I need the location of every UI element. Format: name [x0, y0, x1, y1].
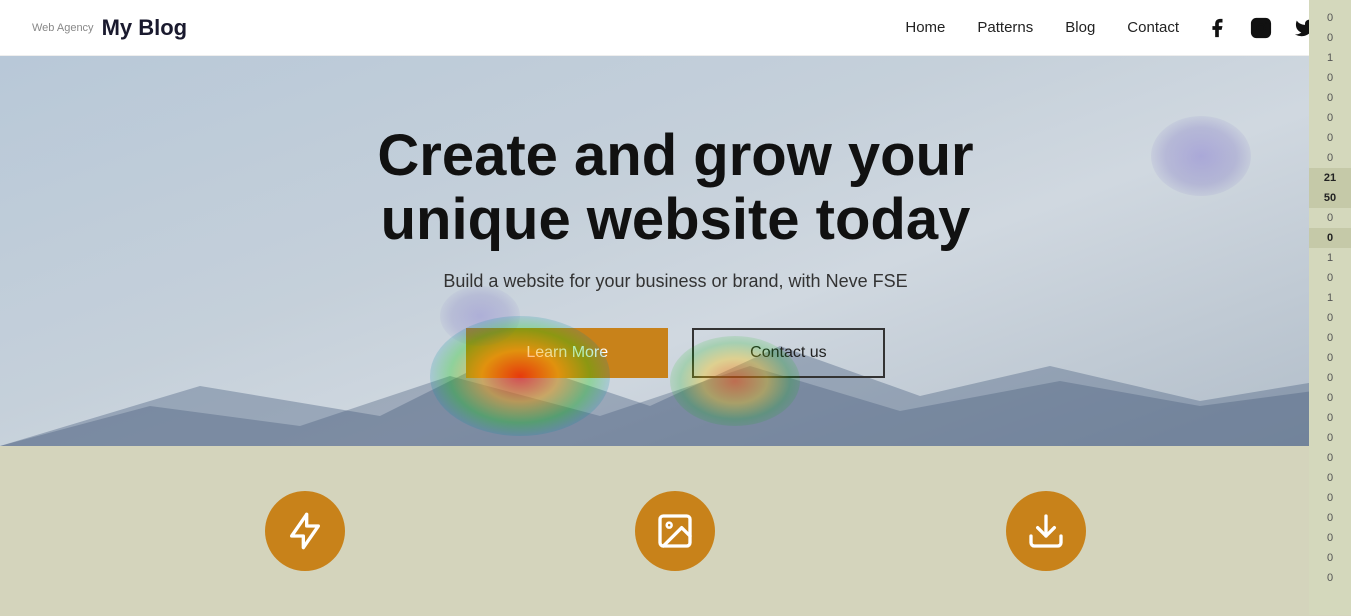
sidebar-row-1: 0: [1309, 28, 1351, 48]
sidebar-row-6: 0: [1309, 128, 1351, 148]
sidebar-row-8: 21: [1309, 168, 1351, 188]
download-icon: [1026, 511, 1066, 551]
sidebar-row-0: 0: [1309, 8, 1351, 28]
features-section: [0, 446, 1351, 616]
sidebar-row-20: 0: [1309, 408, 1351, 428]
sidebar-row-13: 0: [1309, 268, 1351, 288]
right-sidebar: 0 0 1 0 0 0 0 0 21 50 0 0 1 0 1 0 0 0 0 …: [1309, 0, 1351, 615]
sidebar-row-27: 0: [1309, 548, 1351, 568]
sidebar-row-3: 0: [1309, 68, 1351, 88]
sidebar-row-18: 0: [1309, 368, 1351, 388]
feature-icon-download: [1006, 491, 1086, 571]
hero-subtitle: Build a website for your business or bra…: [377, 271, 973, 292]
social-icons: [1203, 14, 1319, 42]
hero-buttons: Learn More Contact us: [377, 328, 973, 378]
main-nav: Home Patterns Blog Contact: [905, 19, 1179, 36]
sidebar-row-22: 0: [1309, 448, 1351, 468]
lightning-icon: [285, 511, 325, 551]
header: Web Agency My Blog Home Patterns Blog Co…: [0, 0, 1351, 56]
sidebar-row-24: 0: [1309, 488, 1351, 508]
feature-icon-power: [265, 491, 345, 571]
heatmap-top-right: [1151, 116, 1251, 196]
sidebar-row-9: 50: [1309, 188, 1351, 208]
facebook-icon[interactable]: [1203, 14, 1231, 42]
sidebar-row-5: 0: [1309, 108, 1351, 128]
brand-label: Web Agency: [32, 22, 94, 34]
nav-contact[interactable]: Contact: [1127, 19, 1179, 36]
sidebar-row-19: 0: [1309, 388, 1351, 408]
contact-us-button[interactable]: Contact us: [692, 328, 884, 378]
nav-home[interactable]: Home: [905, 19, 945, 36]
sidebar-row-15: 0: [1309, 308, 1351, 328]
sidebar-row-4: 0: [1309, 88, 1351, 108]
sidebar-row-21: 0: [1309, 428, 1351, 448]
sidebar-row-11: 0: [1309, 228, 1351, 248]
sidebar-row-2: 1: [1309, 48, 1351, 68]
sidebar-row-28: 0: [1309, 568, 1351, 588]
sidebar-row-26: 0: [1309, 528, 1351, 548]
feature-icon-image: [635, 491, 715, 571]
sidebar-row-7: 0: [1309, 148, 1351, 168]
instagram-icon[interactable]: [1247, 14, 1275, 42]
sidebar-row-17: 0: [1309, 348, 1351, 368]
hero-title: Create and grow your unique website toda…: [377, 124, 973, 252]
image-icon: [655, 511, 695, 551]
nav-patterns[interactable]: Patterns: [977, 19, 1033, 36]
hero-content: Create and grow your unique website toda…: [337, 124, 1013, 379]
sidebar-row-10: 0: [1309, 208, 1351, 228]
nav-blog[interactable]: Blog: [1065, 19, 1095, 36]
learn-more-button[interactable]: Learn More: [466, 328, 668, 378]
sidebar-row-23: 0: [1309, 468, 1351, 488]
sidebar-row-14: 1: [1309, 288, 1351, 308]
brand-title: My Blog: [102, 15, 188, 41]
hero-section: Create and grow your unique website toda…: [0, 56, 1351, 446]
sidebar-row-12: 1: [1309, 248, 1351, 268]
sidebar-row-25: 0: [1309, 508, 1351, 528]
sidebar-row-16: 0: [1309, 328, 1351, 348]
